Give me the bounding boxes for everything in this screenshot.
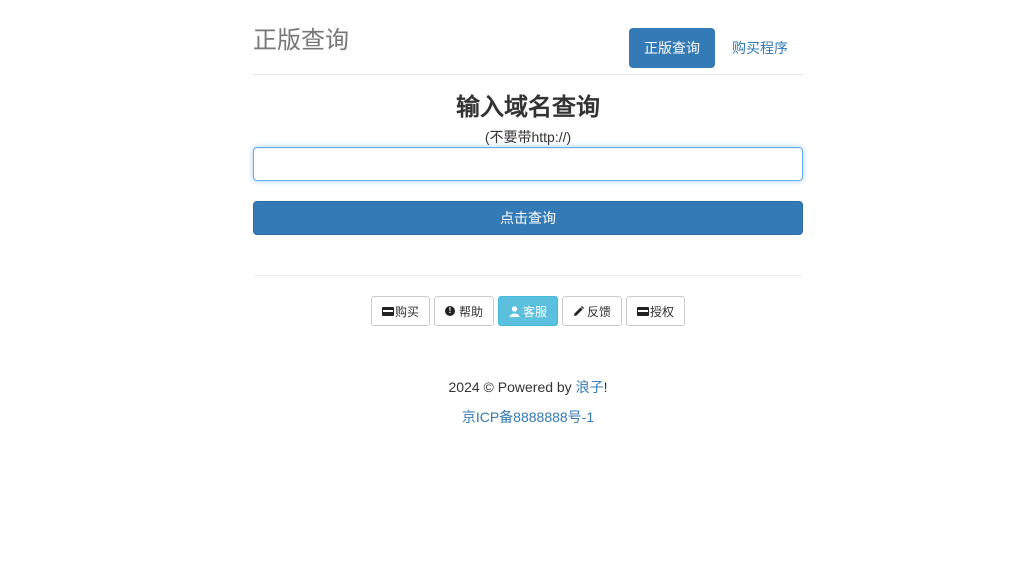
- buy-button-label: 购买: [394, 304, 419, 319]
- author-link[interactable]: 浪子: [576, 379, 604, 395]
- buy-button[interactable]: 购买: [370, 296, 430, 326]
- copyright-line: 2024 © Powered by 浪子!: [253, 378, 803, 396]
- icp-link[interactable]: 京ICP备8888888号-1: [462, 409, 594, 425]
- domain-input[interactable]: [253, 147, 803, 181]
- feedback-button[interactable]: 反馈: [562, 296, 623, 326]
- action-button-group: 购买 ! 帮助 客服 反馈 授权: [253, 296, 803, 326]
- query-panel: 输入域名查询 (不要带http://) 点击查询: [253, 75, 803, 235]
- nav-pills: 正版查询 购买程序: [629, 28, 803, 68]
- icp-line: 京ICP备8888888号-1: [253, 408, 803, 426]
- page-container: 正版查询 正版查询 购买程序 输入域名查询 (不要带http://) 点击查询 …: [253, 0, 803, 426]
- authorize-button[interactable]: 授权: [626, 296, 686, 326]
- feedback-button-label: 反馈: [587, 304, 612, 319]
- divider: [253, 275, 803, 276]
- nav-item-buy-program[interactable]: 购买程序: [717, 28, 803, 68]
- exclamation-circle-icon: !: [444, 306, 455, 316]
- credit-card-icon: [381, 306, 394, 316]
- credit-card-icon: [637, 306, 650, 316]
- support-button[interactable]: 客服: [497, 296, 558, 326]
- brand-title: 正版查询: [253, 27, 349, 54]
- pencil-icon: [573, 305, 584, 317]
- copyright-suffix: !: [603, 379, 608, 395]
- copyright-prefix: 2024 © Powered by: [448, 379, 576, 395]
- header: 正版查询 正版查询 购买程序: [253, 0, 803, 75]
- user-icon: [509, 305, 520, 317]
- query-button[interactable]: 点击查询: [253, 201, 803, 235]
- help-button-label: 帮助: [458, 304, 483, 319]
- query-title: 输入域名查询: [456, 94, 600, 121]
- query-hint: (不要带http://): [484, 129, 572, 145]
- help-button[interactable]: ! 帮助: [433, 296, 494, 326]
- authorize-button-label: 授权: [650, 304, 675, 319]
- footer: 2024 © Powered by 浪子! 京ICP备8888888号-1: [253, 378, 803, 426]
- nav-item-genuine-check[interactable]: 正版查询: [629, 28, 715, 68]
- support-button-label: 客服: [522, 304, 547, 319]
